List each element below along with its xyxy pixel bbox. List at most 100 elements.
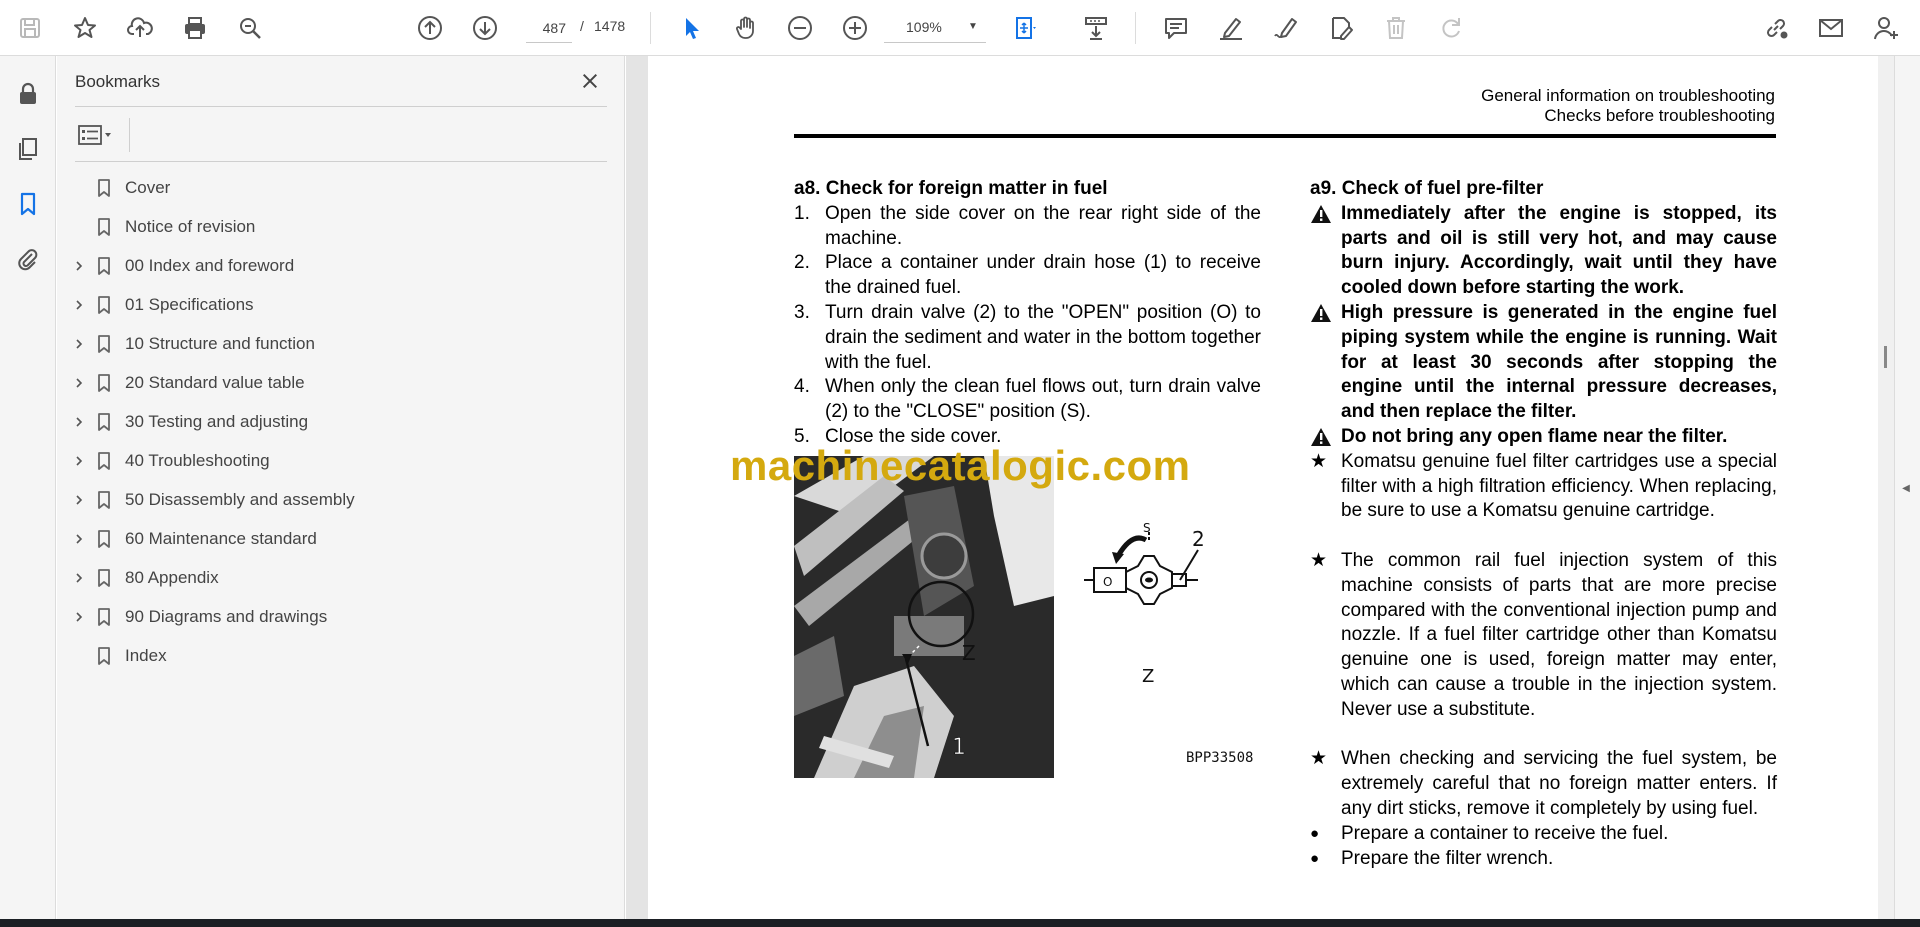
bookmark-item[interactable]: Index [57,637,625,676]
a8-step: 1. Open the side cover on the rear right … [794,202,1261,252]
highlight-icon[interactable] [1213,10,1249,46]
attachment-icon[interactable] [10,241,46,277]
bookmark-item[interactable]: 50 Disassembly and assembly [57,481,625,520]
zoom-search-icon[interactable] [232,10,268,46]
fit-page-icon[interactable] [1008,10,1044,46]
fill-sign-icon[interactable] [1323,10,1359,46]
chevron-right-icon[interactable] [70,491,88,509]
bullet-text: Prepare the filter wrench. [1341,847,1554,869]
bookmark-label: 30 Testing and adjusting [125,412,309,431]
figure-label-z: Z [962,641,976,665]
note-item: ★ The common rail fuel injection system o… [1310,549,1777,723]
step-text: Open the side cover on the rear right si… [825,202,1261,249]
chevron-right-icon[interactable] [70,296,88,314]
bookmark-item[interactable]: Cover [57,169,625,208]
document-viewport: General information on troubleshooting C… [626,56,1894,920]
expand-right-panel-handle[interactable]: ◀ [1896,470,1916,506]
step-number: 4. [794,376,810,398]
chevron-right-icon[interactable] [70,374,88,392]
bookmark-icon [93,216,115,238]
select-icon[interactable] [673,10,709,46]
print-icon[interactable] [177,10,213,46]
chevron-right-icon[interactable] [70,335,88,353]
page-separator: / [580,18,584,34]
zoom-select[interactable]: 109% ▼ [884,13,986,43]
toolbar-divider [650,12,651,44]
bookmark-item[interactable]: 10 Structure and function [57,325,625,364]
star-icon[interactable] [67,10,103,46]
step-text: Turn drain valve (2) to the "OPEN" posit… [825,301,1261,373]
bookmark-icon [93,333,115,355]
share-link-icon[interactable] [1758,10,1794,46]
comment-icon[interactable] [1158,10,1194,46]
bookmark-options-button[interactable] [75,119,125,151]
figure-label-o: O [1103,575,1112,589]
a9-notes: ★ Komatsu genuine fuel filter cartridges … [1310,450,1777,822]
account-icon[interactable] [1868,10,1904,46]
figure-label-2: 2 [1192,527,1205,551]
bookmark-item[interactable]: 30 Testing and adjusting [57,403,625,442]
redo-icon[interactable] [1433,10,1469,46]
scroll-mode-icon[interactable] [1078,10,1114,46]
divider [75,161,607,162]
save-icon[interactable] [12,10,48,46]
delete-icon[interactable] [1378,10,1414,46]
bookmark-icon [93,450,115,472]
bookmark-label: Cover [125,178,171,197]
section-title-a9: a9. Check of fuel pre-filter [1310,178,1544,199]
chevron-right-icon[interactable] [70,257,88,275]
figure-label-s: S [1143,521,1151,535]
page-up-icon[interactable] [412,10,448,46]
lock-icon[interactable] [10,76,46,112]
chevron-right-icon[interactable] [70,452,88,470]
bookmark-icon [93,528,115,550]
zoom-out-icon[interactable] [782,10,818,46]
chevron-right-icon[interactable] [70,413,88,431]
bookmark-icon [93,567,115,589]
bookmark-item[interactable]: 90 Diagrams and drawings [57,598,625,637]
sign-icon[interactable] [1268,10,1304,46]
bookmark-list: Cover Notice of revision 00 Index and fore… [57,169,625,676]
bookmark-label: 90 Diagrams and drawings [125,607,328,626]
vertical-scrollbar[interactable] [1878,56,1894,920]
bookmark-item[interactable]: Notice of revision [57,208,625,247]
page-number-input[interactable] [526,13,572,43]
zoom-in-icon[interactable] [837,10,873,46]
hand-icon[interactable] [728,10,764,46]
bookmark-icon [93,177,115,199]
list-options-icon [78,125,111,145]
bookmark-item[interactable]: 01 Specifications [57,286,625,325]
a9-warnings: Immediately after the engine is stopped,… [1310,202,1777,450]
section-title-a8: a8. Check for foreign matter in fuel [794,178,1108,199]
warning-item: Do not bring any open flame near the fil… [1310,425,1777,450]
bookmark-icon [93,606,115,628]
fuel-drain-figure: Z 1 O S 2 Z BPP33508 [794,456,1264,778]
a8-steps: 1. Open the side cover on the rear right … [794,202,1261,450]
bookmark-item[interactable]: 60 Maintenance standard [57,520,625,559]
scrollbar-thumb[interactable] [1884,346,1887,368]
bookmark-item[interactable]: 20 Standard value table [57,364,625,403]
bookmark-panel-icon[interactable] [10,186,46,222]
chevron-right-icon[interactable] [70,608,88,626]
upload-icon[interactable] [122,10,158,46]
page-down-icon[interactable] [467,10,503,46]
a8-step: 2. Place a container under drain hose (1)… [794,251,1261,301]
page-total: 1478 [594,18,626,34]
bookmark-label: 20 Standard value table [125,373,305,392]
bookmark-label: 60 Maintenance standard [125,529,317,548]
note-text: When checking and servicing the fuel sys… [1341,748,1777,819]
chevron-right-icon[interactable] [70,530,88,548]
a9-bullets: ● Prepare a container to receive the fuel… [1310,822,1777,872]
bookmark-item[interactable]: 40 Troubleshooting [57,442,625,481]
bookmark-item[interactable]: 00 Index and foreword [57,247,625,286]
bookmark-icon [93,411,115,433]
chevron-right-icon[interactable] [70,569,88,587]
step-text: When only the clean fuel flows out, turn… [825,376,1261,423]
bookmark-item[interactable]: 80 Appendix [57,559,625,598]
close-icon[interactable] [575,66,605,96]
pages-icon[interactable] [10,131,46,167]
bookmark-label: Notice of revision [125,217,256,236]
email-icon[interactable] [1813,10,1849,46]
warning-item: Immediately after the engine is stopped,… [1310,202,1777,301]
